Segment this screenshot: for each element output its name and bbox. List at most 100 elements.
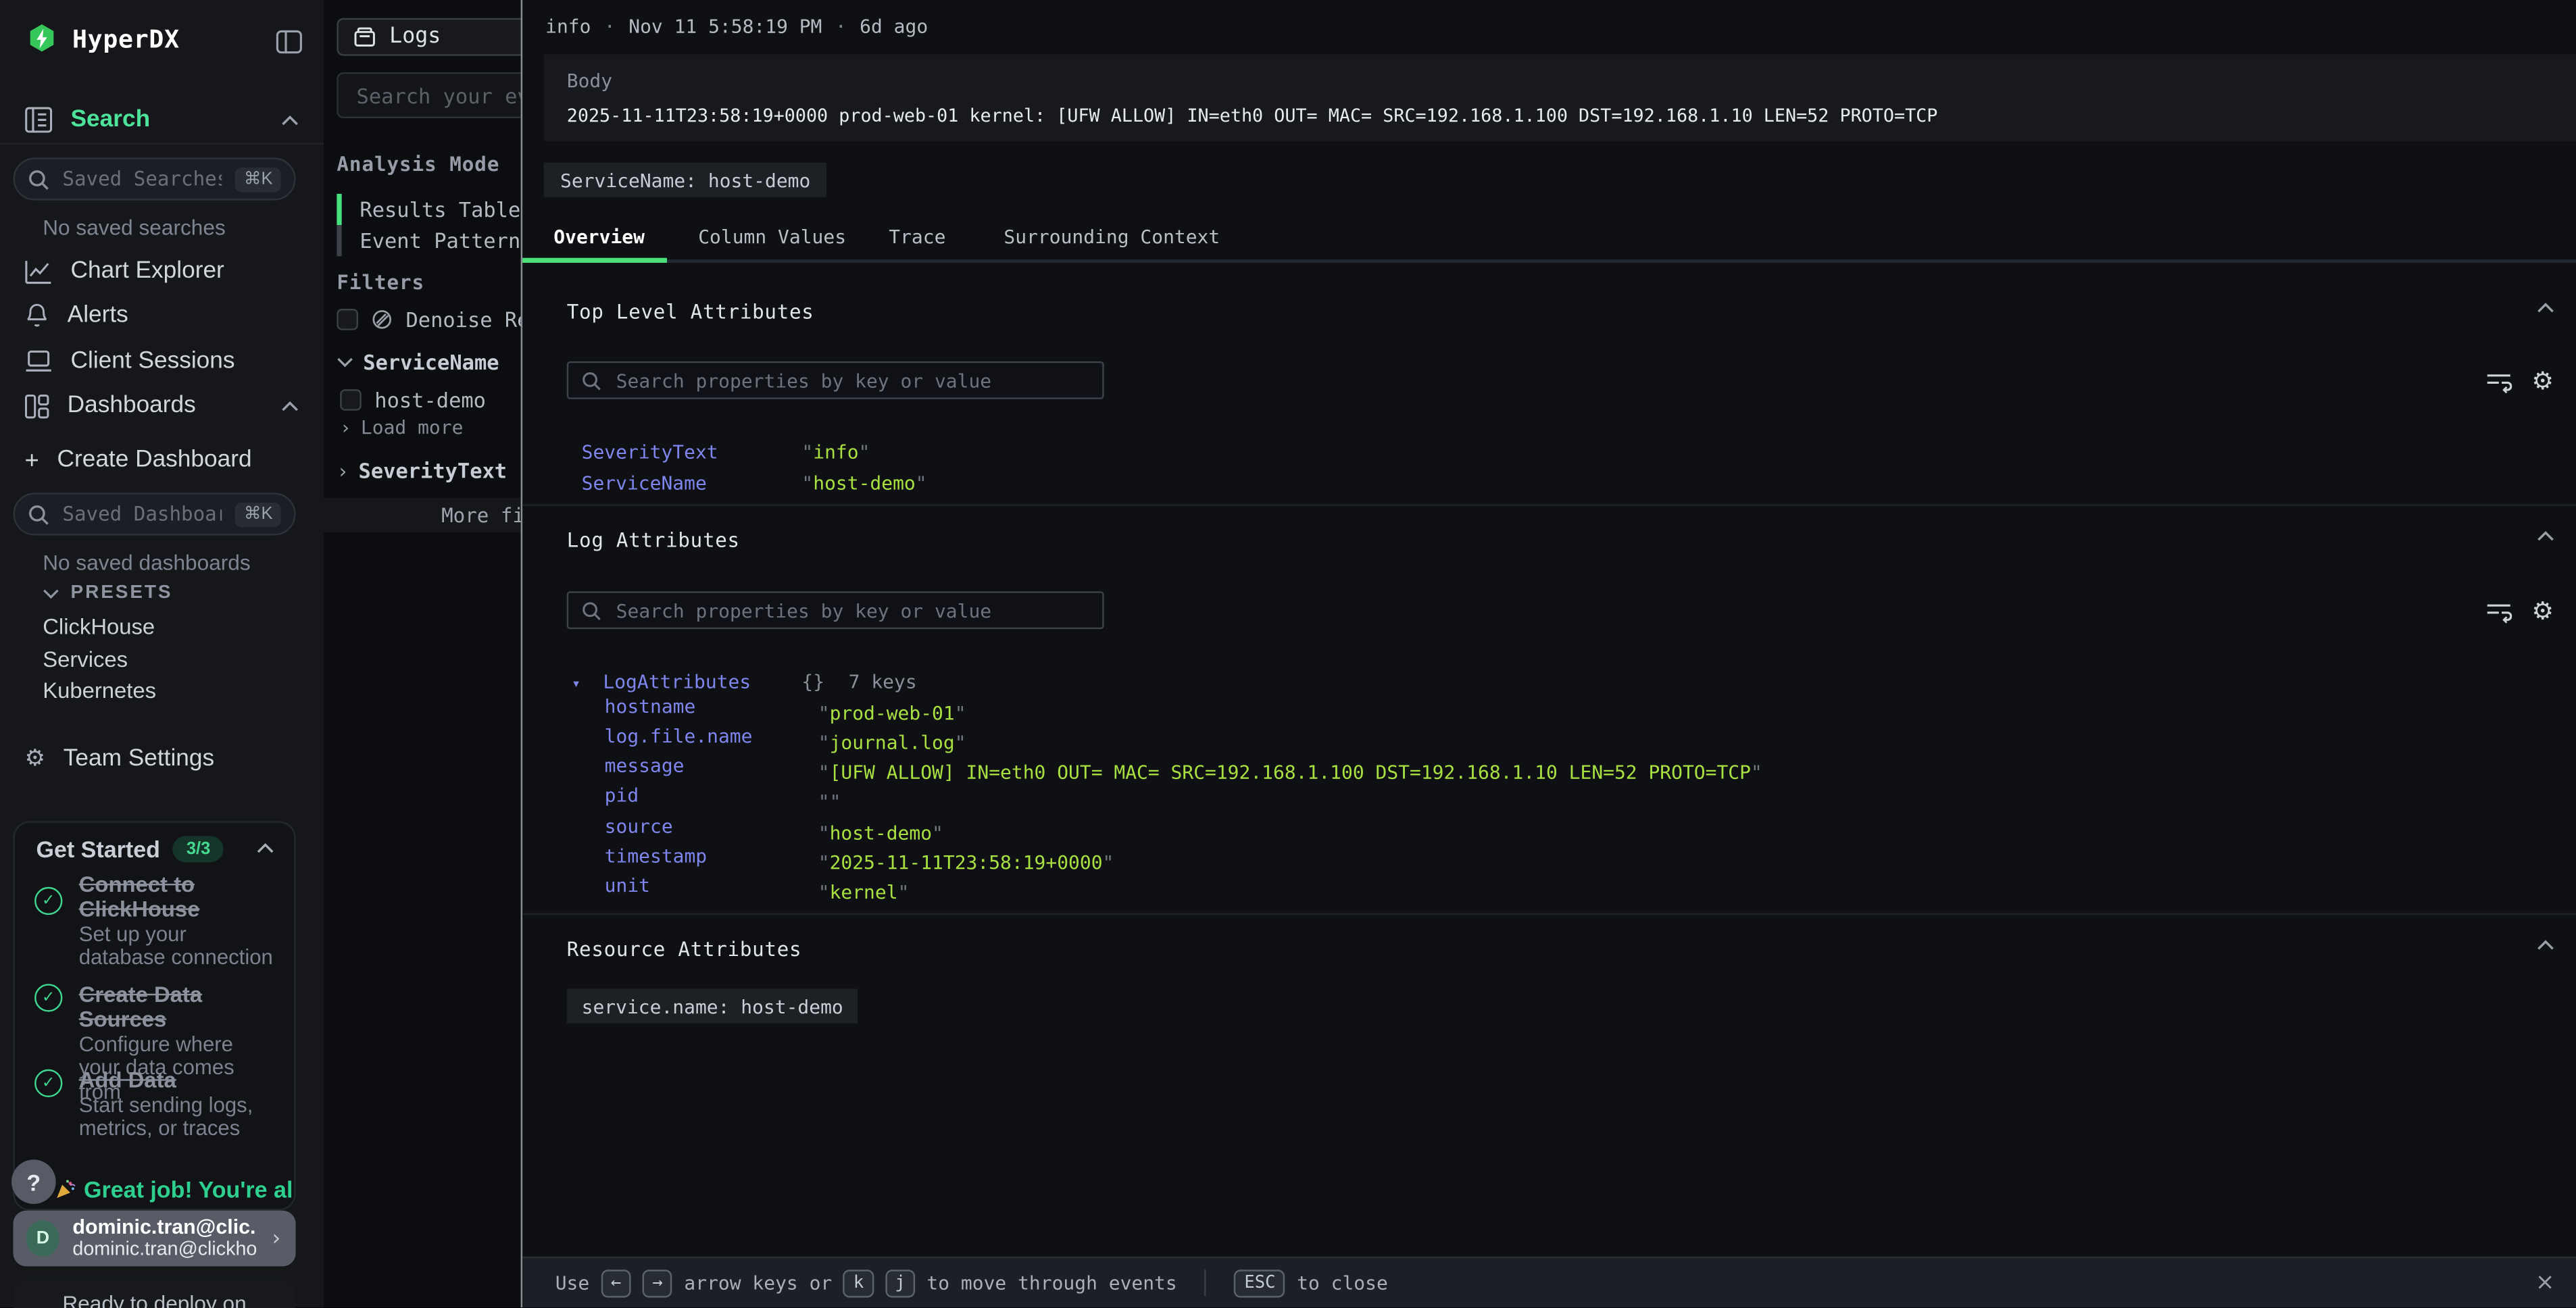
triangle-down-icon: ▾: [572, 677, 580, 693]
source-label: Logs: [389, 24, 441, 49]
denoise-checkbox[interactable]: [337, 309, 358, 330]
load-more[interactable]: › Load more: [340, 416, 463, 438]
saved-dashboards-input[interactable]: [59, 501, 226, 527]
preset-kubernetes[interactable]: Kubernetes: [43, 678, 156, 703]
gear-icon[interactable]: ⚙: [2531, 599, 2554, 624]
tab-overview[interactable]: Overview: [553, 225, 645, 248]
tree-root-row[interactable]: ▾ LogAttributes: [572, 663, 751, 695]
resource-attribute-badge[interactable]: service.name: host-demo: [567, 989, 858, 1024]
log-attributes-search-input[interactable]: [613, 597, 1089, 624]
sidebar-item-client-sessions[interactable]: Client Sessions: [0, 343, 324, 379]
attribute-value-cell[interactable]: "[UFW ALLOW] IN=eth0 OUT= MAC= SRC=192.1…: [818, 754, 1762, 785]
user-email: dominic.tran@clickho...: [72, 1239, 256, 1261]
log-attributes-search[interactable]: [567, 591, 1104, 629]
quote: ": [1751, 761, 1762, 784]
top-attributes-search[interactable]: [567, 361, 1104, 399]
attribute-value: kernel: [830, 880, 898, 903]
sidebar-item-alerts[interactable]: Alerts: [0, 297, 324, 333]
event-header: info · Nov 11 5:58:19 PM · 6d ago: [545, 15, 928, 38]
close-icon[interactable]: ×: [2535, 1270, 2555, 1297]
get-started-step[interactable]: ✓ Add Data Start sending logs, metrics, …: [34, 1067, 278, 1140]
mode-results-table[interactable]: Results Table: [337, 194, 520, 225]
attribute-value-cell[interactable]: "prod-web-01": [818, 695, 966, 726]
chevron-right-icon: ›: [340, 416, 351, 438]
attribute-value-cell[interactable]: "": [818, 784, 841, 815]
user-name: dominic.tran@clic...: [72, 1217, 256, 1239]
filter-value-row[interactable]: host-demo: [340, 388, 486, 412]
attribute-value: host-demo: [830, 822, 932, 845]
inactive-indicator: [337, 225, 341, 256]
attribute-value-cell[interactable]: "journal.log": [818, 724, 966, 755]
sidebar-item-search[interactable]: Search: [0, 102, 324, 138]
divider: [1205, 1270, 1206, 1297]
attribute-value-cell[interactable]: "host-demo": [801, 465, 926, 496]
saved-searches-input[interactable]: [59, 166, 226, 193]
sidebar-item-label: Team Settings: [64, 746, 214, 772]
brand[interactable]: HyperDX: [26, 23, 180, 54]
tab-column-values[interactable]: Column Values: [698, 225, 846, 248]
collapse-section-icon[interactable]: [2537, 940, 2555, 951]
progress-badge: 3/3: [173, 836, 223, 862]
attribute-key[interactable]: pid: [605, 784, 639, 807]
sidebar-item-dashboards[interactable]: Dashboards: [0, 388, 324, 424]
presets-toggle[interactable]: PRESETS: [43, 583, 172, 603]
search-icon: [28, 168, 49, 190]
attribute-key[interactable]: source: [605, 815, 673, 838]
hyperdx-logo-icon: [26, 23, 57, 54]
attribute-key[interactable]: hostname: [605, 695, 696, 718]
service-name-group-toggle[interactable]: ServiceName: [337, 350, 499, 374]
host-demo-checkbox[interactable]: [340, 389, 362, 411]
check-circle-icon: ✓: [34, 984, 62, 1011]
attribute-value-cell[interactable]: "host-demo": [818, 815, 943, 846]
user-menu[interactable]: D dominic.tran@clic... dominic.tran@clic…: [13, 1211, 295, 1267]
attribute-key[interactable]: ServiceName: [582, 472, 707, 495]
active-tab-indicator: [522, 258, 667, 263]
group-name: SeverityText: [359, 458, 507, 482]
saved-dashboards-pill[interactable]: ⌘K: [13, 493, 295, 535]
create-dashboard-button[interactable]: + Create Dashboard: [0, 442, 324, 478]
service-tag-label: ServiceName: host-demo: [560, 168, 810, 191]
gear-icon[interactable]: ⚙: [2531, 370, 2554, 394]
preset-clickhouse[interactable]: ClickHouse: [43, 614, 155, 638]
logs-source-icon: [353, 26, 376, 48]
attribute-value-cell[interactable]: "2025-11-11T23:58:19+0000": [818, 845, 1114, 876]
attribute-value-cell[interactable]: "kernel": [818, 874, 910, 905]
event-timestamp: Nov 11 5:58:19 PM: [628, 15, 822, 38]
collapse-sidebar-icon[interactable]: [276, 30, 302, 54]
group-name: ServiceName: [363, 350, 499, 374]
collapse-section-icon[interactable]: [2537, 302, 2555, 313]
footer-use-text: Use: [555, 1272, 590, 1295]
sidebar-item-team-settings[interactable]: ⚙ Team Settings: [0, 740, 324, 776]
wrap-lines-icon[interactable]: [2485, 370, 2512, 393]
tab-trace[interactable]: Trace: [889, 225, 945, 248]
sidebar-item-chart-explorer[interactable]: Chart Explorer: [0, 253, 324, 288]
mode-event-patterns[interactable]: Event Patterns: [337, 225, 532, 256]
deploy-note-card[interactable]: Ready to deploy on: [13, 1280, 295, 1308]
tab-surrounding-context[interactable]: Surrounding Context: [1004, 225, 1220, 248]
quote: ": [1103, 851, 1114, 874]
attribute-key[interactable]: unit: [605, 874, 650, 897]
chevron-up-icon[interactable]: [256, 842, 274, 854]
collapse-section-icon[interactable]: [2537, 530, 2555, 542]
help-button[interactable]: ?: [11, 1159, 56, 1204]
esc-key: ESC: [1235, 1269, 1285, 1297]
chevron-down-icon: [43, 587, 59, 599]
quote: ": [830, 790, 841, 813]
wrap-lines-icon[interactable]: [2485, 601, 2512, 624]
severity-text-group-toggle[interactable]: › SeverityText: [337, 458, 507, 482]
attribute-key[interactable]: message: [605, 754, 685, 777]
chevron-up-icon[interactable]: [281, 400, 299, 411]
saved-searches-pill[interactable]: ⌘K: [13, 157, 295, 200]
top-attributes-search-input[interactable]: [613, 367, 1089, 393]
step-title: Create Data Sources: [79, 982, 278, 1032]
chevron-up-icon[interactable]: [281, 114, 299, 126]
step-title: Connect to ClickHouse: [79, 872, 278, 922]
get-started-step[interactable]: ✓ Connect to ClickHouse Set up your data…: [34, 872, 278, 970]
attribute-key[interactable]: timestamp: [605, 845, 707, 867]
tree-root-key: LogAttributes: [603, 670, 751, 693]
attribute-value-cell[interactable]: "info": [801, 434, 870, 465]
service-name-tag[interactable]: ServiceName: host-demo: [544, 163, 827, 197]
attribute-key[interactable]: SeverityText: [582, 441, 718, 463]
attribute-key[interactable]: log.file.name: [605, 724, 753, 747]
preset-services[interactable]: Services: [43, 647, 128, 672]
